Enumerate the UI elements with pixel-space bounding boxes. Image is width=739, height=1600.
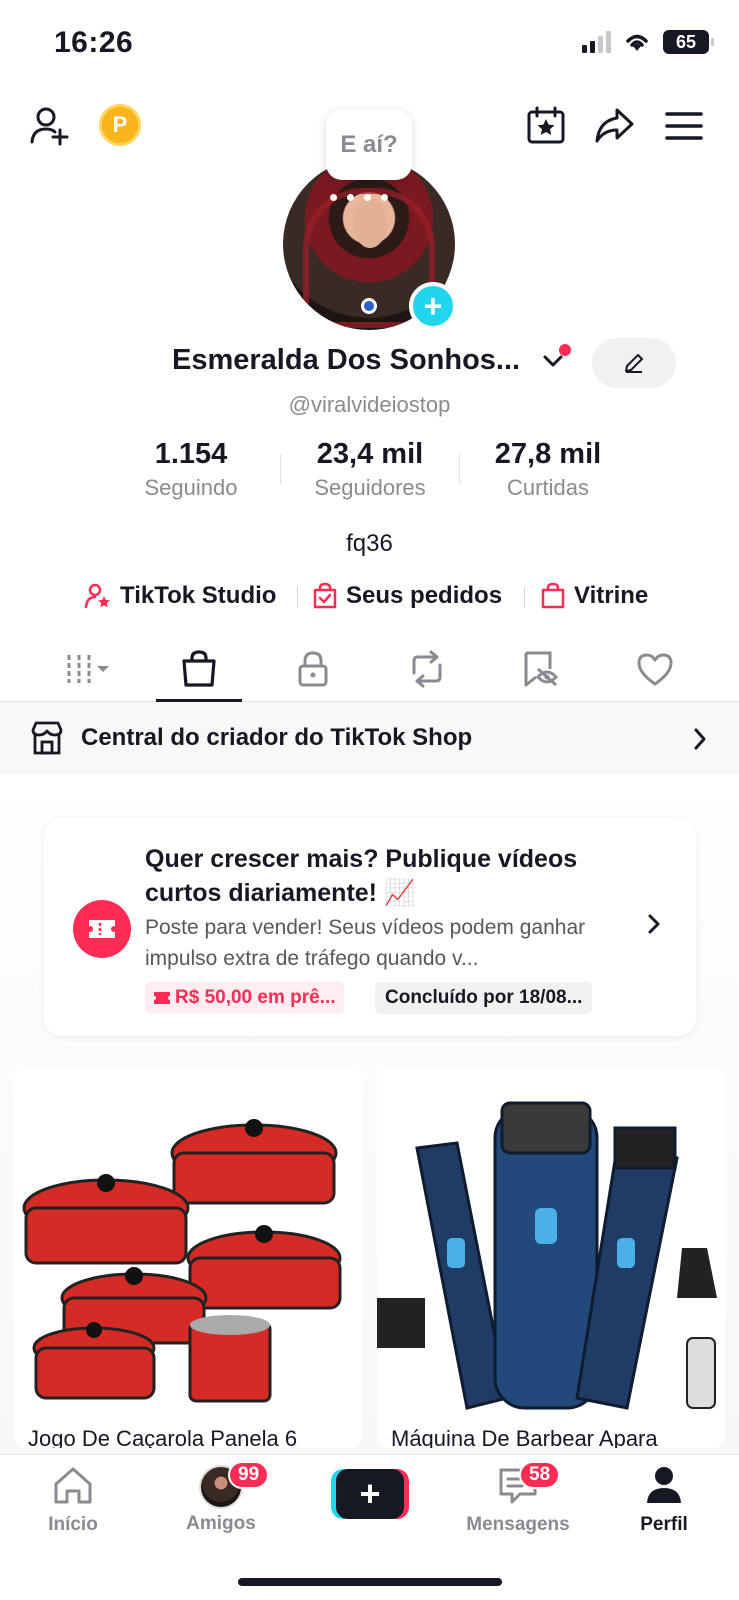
status-bar: 16:26 65 [0,0,739,90]
add-friend-icon[interactable] [26,102,74,150]
tab-private[interactable] [270,636,356,702]
calendar-star-icon[interactable] [522,102,570,150]
share-icon[interactable] [590,102,638,150]
promo-title: Quer crescer mais? Publique vídeos curto… [145,845,578,907]
link-label: Seus pedidos [346,582,503,609]
stat-following[interactable]: 1.154 Seguindo [101,438,281,501]
stat-value: 27,8 mil [494,438,602,470]
link-label: TikTok Studio [120,582,277,609]
battery-icon: 65 [663,30,714,54]
promo-description: Poste para vender! Seus vídeos podem gan… [145,916,586,970]
link-label: Vitrine [574,582,649,609]
display-name[interactable]: Esmeralda Dos Sonhos... [172,344,520,377]
store-icon [30,720,64,761]
messages-badge: 58 [519,1461,561,1489]
nav-label: Início [48,1514,98,1535]
nav-profile[interactable]: Perfil [609,1465,719,1536]
username: @viralvideiostop [288,392,451,417]
order-bag-icon [313,582,337,609]
lock-icon [298,651,328,687]
nav-friends[interactable]: 99 Amigos [166,1461,276,1535]
home-indicator [238,1578,502,1586]
bio: fq36 [346,530,393,557]
ticket-icon [73,900,131,958]
profile-stats: 1.154 Seguindo 23,4 mil Seguidores 27,8 … [0,438,739,508]
menu-icon[interactable] [660,102,708,150]
product-title: Jogo De Caçarola Panela 6 [28,1426,298,1448]
profile-icon [647,1467,681,1503]
product-title: Máquina De Barbear Apara [391,1426,658,1448]
stat-likes[interactable]: 27,8 mil Curtidas [458,438,638,501]
add-story-button[interactable]: + [409,282,457,330]
plus-icon: + [336,1469,404,1519]
stat-label: Seguidores [314,475,426,500]
coupon-icon [154,992,170,1004]
status-time: 16:26 [54,26,134,59]
stat-label: Curtidas [507,475,589,500]
pencil-icon [625,354,643,373]
notification-dot [559,344,571,356]
reward-text: R$ 50,00 em prê... [175,987,336,1008]
product-image-pots [14,1068,362,1416]
nav-inbox[interactable]: 58 Mensagens [463,1461,573,1536]
bubble-dots [330,194,388,201]
shopping-bag-icon [182,650,216,687]
edit-profile-button[interactable] [592,338,676,388]
stat-value: 23,4 mil [316,438,424,470]
status-icons: 65 [582,30,714,54]
wifi-icon [626,34,648,51]
nav-label: Amigos [186,1513,256,1534]
showcase-link[interactable]: Vitrine [540,576,648,616]
deadline-tag: Concluído por 18/08... [375,982,593,1014]
bookmark-eye-icon [524,651,559,687]
orders-link[interactable]: Seus pedidos [312,576,502,616]
tab-favorites[interactable] [498,636,584,702]
create-button[interactable]: + [331,1469,409,1519]
repost-icon [412,650,442,688]
chevron-right-icon [691,726,709,757]
reward-tag: R$ 50,00 em prê... [145,982,344,1014]
note-bubble[interactable]: E aí? [326,110,412,180]
signal-icon [582,31,611,53]
nav-label: Mensagens [466,1514,570,1535]
shop-creator-center-row[interactable]: Central do criador do TikTok Shop [0,702,739,774]
product-card[interactable]: Máquina De Barbear Apara [377,1068,725,1448]
chevron-right-icon [646,912,662,941]
stat-label: Seguindo [144,475,238,500]
nav-label: Perfil [640,1514,688,1535]
tab-shop[interactable] [156,636,242,702]
heart-icon [637,653,673,686]
profile-avatar[interactable]: + [283,158,457,330]
grid-icon [67,655,109,683]
product-image-shaver [377,1068,725,1416]
content-tabs [0,636,739,702]
friends-badge: 99 [228,1461,270,1489]
tab-videos[interactable] [42,636,128,702]
promo-card[interactable]: Quer crescer mais? Publique vídeos curto… [44,818,696,1036]
nav-home[interactable]: Início [18,1465,128,1536]
product-card[interactable]: Jogo De Caçarola Panela 6 [14,1068,362,1448]
shopping-bag-icon [541,582,565,609]
shop-center-label: Central do criador do TikTok Shop [81,724,473,751]
tab-liked[interactable] [612,636,698,702]
coins-icon[interactable]: P [99,104,141,146]
tab-reposts[interactable] [384,636,470,702]
tiktok-studio-link[interactable]: TikTok Studio [84,576,276,616]
creator-star-icon [84,583,110,609]
stat-value: 1.154 [154,438,228,470]
profile-links: TikTok Studio Seus pedidos Vitrine [0,576,739,616]
stat-followers[interactable]: 23,4 mil Seguidores [280,438,460,501]
home-icon [54,1467,92,1504]
